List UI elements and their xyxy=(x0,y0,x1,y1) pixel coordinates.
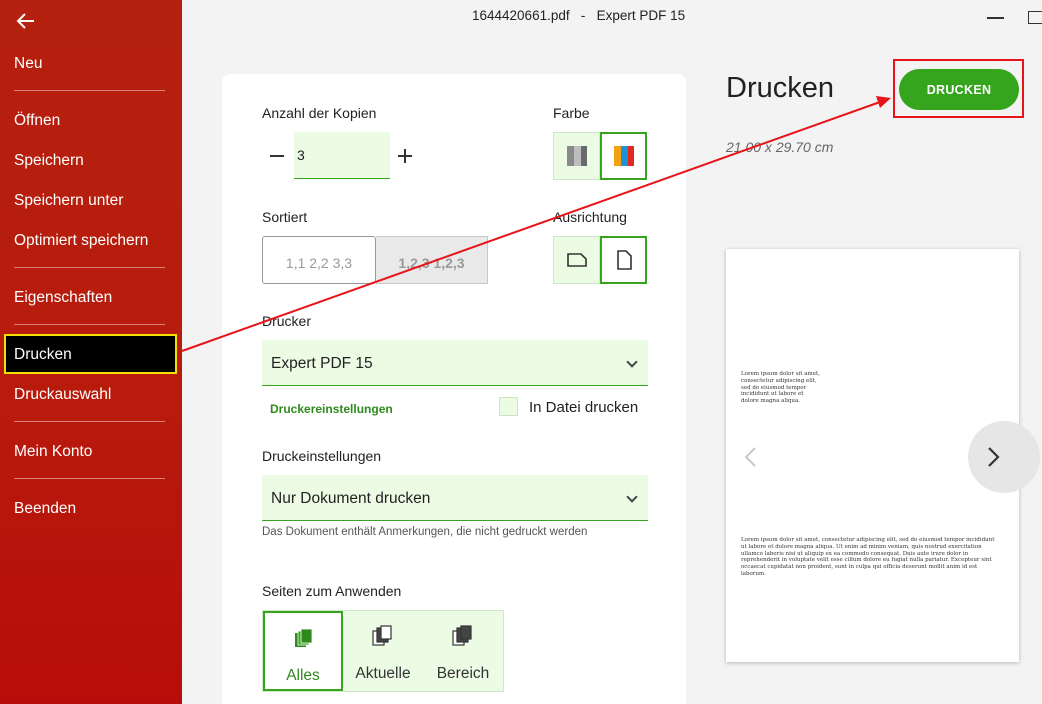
page-range-icon xyxy=(452,625,472,646)
sidebar-item-print-selection[interactable]: Druckauswahl xyxy=(14,386,111,404)
sidebar-divider xyxy=(14,421,165,422)
sidebar-item-new[interactable]: Neu xyxy=(14,55,42,73)
sidebar: Neu Öffnen Speichern Speichern unter Opt… xyxy=(0,0,182,704)
collate-label: Sortiert xyxy=(262,209,308,225)
color-bars-icon xyxy=(614,146,634,166)
sidebar-item-my-account[interactable]: Mein Konto xyxy=(14,443,92,461)
printer-settings-link[interactable]: Druckereinstellungen xyxy=(270,402,393,416)
chevron-down-icon xyxy=(626,356,638,368)
portrait-button[interactable] xyxy=(600,236,647,284)
title-bar: 1644420661.pdf - Expert PDF 15 xyxy=(182,0,1042,32)
pages-all-label: Alles xyxy=(286,667,320,684)
sidebar-item-print[interactable]: Drucken xyxy=(4,334,177,374)
print-settings-label: Druckeinstellungen xyxy=(262,448,382,464)
printer-label: Drucker xyxy=(262,313,312,329)
maximize-button[interactable] xyxy=(1028,11,1042,24)
preview-text-block: Lorem ipsum dolor sit amet, consectetur … xyxy=(741,371,820,405)
sidebar-item-properties[interactable]: Eigenschaften xyxy=(14,289,112,307)
sidebar-divider xyxy=(14,324,165,325)
window-title: 1644420661.pdf - Expert PDF 15 xyxy=(472,8,685,23)
copies-label: Anzahl der Kopien xyxy=(262,105,377,121)
sidebar-divider xyxy=(14,267,165,268)
printer-select[interactable]: Expert PDF 15 xyxy=(262,340,648,386)
landscape-button[interactable] xyxy=(553,236,600,284)
collate-option-grouped[interactable]: 1,1 2,2 3,3 xyxy=(262,236,376,284)
pages-all-button[interactable]: Alles xyxy=(263,611,343,691)
pages-range-label: Bereich xyxy=(436,665,490,682)
print-button[interactable]: DRUCKEN xyxy=(899,69,1019,110)
page-current-icon xyxy=(372,625,392,646)
collate-option-sorted[interactable]: 1,2,3 1,2,3 xyxy=(376,236,488,284)
print-settings-value: Nur Dokument drucken xyxy=(271,490,431,507)
sidebar-item-open[interactable]: Öffnen xyxy=(14,112,60,130)
page-title: Drucken xyxy=(726,72,834,104)
sidebar-item-optimized-save[interactable]: Optimiert speichern xyxy=(14,232,148,250)
title-separator: - xyxy=(580,8,586,23)
print-settings-select[interactable]: Nur Dokument drucken xyxy=(262,475,648,521)
copies-input[interactable]: 3 xyxy=(294,132,390,179)
landscape-icon xyxy=(567,253,587,267)
pages-label: Seiten zum Anwenden xyxy=(262,583,402,599)
minimize-button[interactable] xyxy=(987,17,1004,19)
orientation-label: Ausrichtung xyxy=(553,209,627,225)
increase-copies-button[interactable] xyxy=(398,148,414,164)
grayscale-icon xyxy=(567,146,587,166)
print-settings-panel: Anzahl der Kopien 3 Farbe Sortiert 1,1 2… xyxy=(222,74,686,704)
back-arrow-icon[interactable] xyxy=(14,9,38,33)
page-size-label: 21.00 x 29.70 cm xyxy=(726,139,834,155)
chevron-left-icon[interactable] xyxy=(741,446,761,468)
sidebar-item-save-as[interactable]: Speichern unter xyxy=(14,192,123,210)
chevron-right-icon xyxy=(988,447,1000,467)
color-button[interactable] xyxy=(600,132,647,180)
pages-all-icon xyxy=(295,628,313,647)
sidebar-item-exit[interactable]: Beenden xyxy=(14,500,76,518)
decrease-copies-button[interactable] xyxy=(270,155,284,157)
window-filename: 1644420661.pdf xyxy=(472,8,570,23)
annotations-note: Das Dokument enthält Anmerkungen, die ni… xyxy=(262,526,588,538)
pages-current-label: Aktuelle xyxy=(355,665,411,682)
preview-text-block: Lorem ipsum dolor sit amet, consectetur … xyxy=(741,537,995,577)
printer-value: Expert PDF 15 xyxy=(271,355,373,372)
window-app-name: Expert PDF 15 xyxy=(596,8,686,23)
print-to-file-label[interactable]: In Datei drucken xyxy=(529,399,638,416)
color-label: Farbe xyxy=(553,105,590,121)
pages-segmented-control: Alles Aktuelle Bereich xyxy=(262,610,504,692)
sidebar-divider xyxy=(14,478,165,479)
portrait-icon xyxy=(617,250,632,270)
grayscale-button[interactable] xyxy=(553,132,600,180)
chevron-down-icon xyxy=(626,491,638,503)
sidebar-divider xyxy=(14,90,165,91)
sidebar-item-save[interactable]: Speichern xyxy=(14,152,84,170)
pages-current-button[interactable]: Aktuelle xyxy=(343,611,423,691)
next-page-button[interactable] xyxy=(968,421,1040,493)
pages-range-button[interactable]: Bereich xyxy=(423,611,503,691)
print-to-file-checkbox[interactable] xyxy=(499,397,518,416)
